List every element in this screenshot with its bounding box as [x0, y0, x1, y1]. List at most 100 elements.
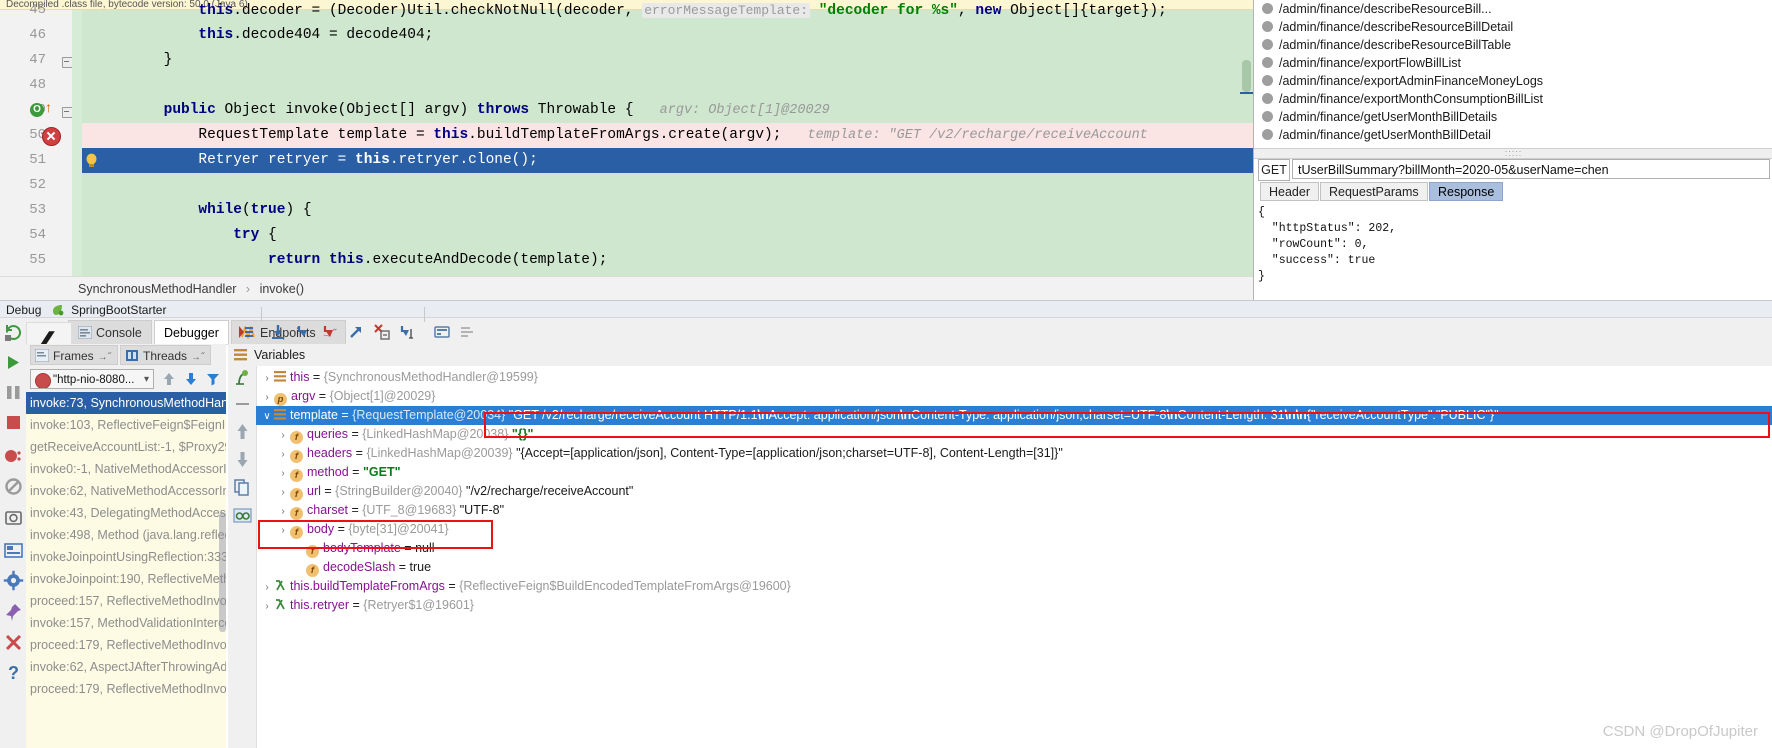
move-down-icon[interactable]	[233, 450, 252, 469]
frame-list-item[interactable]: proceed:179, ReflectiveMethodInvoca	[26, 634, 226, 656]
close-tool-window-icon[interactable]	[3, 632, 24, 653]
chevron-right-icon[interactable]: ›	[276, 426, 290, 445]
endpoint-list-item[interactable]: /admin/finance/describeResourceBill...	[1254, 0, 1772, 18]
debug-tabs[interactable]: ConsoleDebuggerEndpoints→˝	[26, 318, 1772, 345]
code-line[interactable]: this.decode404 = decode404;	[82, 23, 1253, 48]
pause-program-icon[interactable]	[3, 382, 24, 403]
code-line[interactable]: public Object invoke(Object[] argv) thro…	[82, 98, 1253, 123]
frame-list-item[interactable]: invokeJoinpointUsingReflection:333, A	[26, 546, 226, 568]
watch-add-icon[interactable]	[233, 368, 252, 387]
variable-row[interactable]: › this.retryer = {Retryer$1@19601}	[256, 596, 1772, 615]
force-step-into-icon[interactable]	[322, 324, 338, 340]
variable-row[interactable]: f decodeSlash = true	[256, 558, 1772, 577]
step-out-icon[interactable]	[348, 324, 364, 340]
breakpoint-icon[interactable]	[42, 127, 61, 146]
drop-frame-icon[interactable]	[374, 324, 390, 340]
frames-threads-tabs[interactable]: Frames →˝ Threads →˝	[26, 344, 226, 366]
chevron-right-icon[interactable]: ›	[260, 388, 274, 407]
request-tab-requestparams[interactable]: RequestParams	[1320, 182, 1428, 201]
debug-tab-console[interactable]: Console	[68, 320, 152, 344]
subtab-threads[interactable]: Threads →˝	[120, 345, 212, 365]
pin-subtab-icon[interactable]: →˝	[191, 352, 204, 363]
thread-selector[interactable]: "http-nio-8080... ▾	[30, 369, 154, 389]
variable-row[interactable]: › p argv = {Object[1]@20029}	[256, 387, 1772, 406]
endpoint-list-item[interactable]: /admin/finance/exportMonthConsumptionBil…	[1254, 90, 1772, 108]
frame-list-item[interactable]: invoke0:-1, NativeMethodAccessorIm	[26, 458, 226, 480]
debug-side-toolbar[interactable]: ?	[0, 318, 27, 748]
frames-up-icon[interactable]	[162, 372, 176, 386]
frame-list-item[interactable]: proceed:179, ReflectiveMethodInvoca	[26, 678, 226, 700]
pin-subtab-icon[interactable]: →˝	[98, 352, 111, 363]
code-line[interactable]: RequestTemplate template = this.buildTem…	[82, 123, 1253, 148]
request-tabs[interactable]: Header RequestParams Response	[1254, 182, 1772, 203]
code-line[interactable]: try {	[82, 223, 1253, 248]
chevron-right-icon[interactable]: ›	[260, 597, 274, 616]
chevron-down-icon[interactable]: ∨	[260, 407, 274, 426]
breadcrumb[interactable]: SynchronousMethodHandler › invoke()	[0, 276, 1253, 300]
frame-list-item[interactable]: invoke:62, AspectJAfterThrowingAdvic	[26, 656, 226, 678]
variable-row[interactable]: › f queries = {LinkedHashMap@20038} "{}"	[256, 425, 1772, 444]
view-breakpoints-icon[interactable]	[3, 446, 24, 467]
variables-side-toolbar[interactable]	[228, 366, 257, 748]
get-thread-dump-icon[interactable]	[3, 508, 24, 529]
settings-list-icon[interactable]	[460, 324, 476, 340]
code-line[interactable]: while(true) {	[82, 198, 1253, 223]
settings-gear-icon[interactable]	[3, 570, 24, 591]
code-line[interactable]	[82, 73, 1253, 98]
endpoint-list[interactable]: /admin/finance/describeResourceBill... /a…	[1254, 0, 1772, 148]
code-editor[interactable]: Decompiled .class file, bytecode version…	[0, 0, 1253, 300]
variable-row[interactable]: › this = {SynchronousMethodHandler@19599}	[256, 368, 1772, 387]
step-over-icon[interactable]	[270, 324, 286, 340]
frame-list-item[interactable]: invoke:62, NativeMethodAccessorImp	[26, 480, 226, 502]
override-method-icon[interactable]: O	[30, 103, 44, 117]
variable-row[interactable]: ∨ template = {RequestTemplate@20034} "GET…	[256, 406, 1772, 425]
request-method[interactable]: GET	[1258, 159, 1290, 181]
code-line[interactable]: }	[82, 48, 1253, 73]
request-tab-response[interactable]: Response	[1429, 182, 1504, 201]
chevron-right-icon[interactable]: ›	[260, 578, 274, 597]
frame-list-item[interactable]: invoke:157, MethodValidationIntercep	[26, 612, 226, 634]
chevron-right-icon[interactable]: ›	[276, 464, 290, 483]
editor-gutter[interactable]: 4546474849O↑5051525354555657	[0, 2, 73, 293]
endpoint-list-item[interactable]: /admin/finance/exportAdminFinanceMoneyLo…	[1254, 72, 1772, 90]
mute-breakpoints-icon[interactable]	[3, 476, 24, 497]
debug-tab-debugger[interactable]: Debugger	[154, 320, 229, 344]
resume-program-icon[interactable]	[3, 352, 24, 373]
chevron-right-icon[interactable]: ›	[276, 521, 290, 540]
endpoint-list-item[interactable]: /admin/finance/describeResourceBillDetai…	[1254, 18, 1772, 36]
filter-frames-icon[interactable]	[206, 372, 220, 386]
variable-row[interactable]: › f method = "GET"	[256, 463, 1772, 482]
chevron-right-icon[interactable]: ›	[276, 483, 290, 502]
breadcrumb-method[interactable]: invoke()	[260, 282, 304, 296]
move-up-icon[interactable]	[233, 422, 252, 441]
frame-list-item[interactable]: invoke:43, DelegatingMethodAccesso	[26, 502, 226, 524]
evaluate-expression-icon[interactable]	[434, 324, 450, 340]
show-execution-point-icon[interactable]	[238, 324, 254, 340]
frame-list-item[interactable]: invoke:73, SynchronousMethodHandl	[26, 392, 226, 414]
editor-scrollbar-thumb[interactable]	[1242, 60, 1251, 92]
code-line[interactable]	[82, 173, 1253, 198]
variable-row[interactable]: › f headers = {LinkedHashMap@20039} "{Acce…	[256, 444, 1772, 463]
endpoint-list-item[interactable]: /admin/finance/describeResourceBillTable	[1254, 36, 1772, 54]
code-line[interactable]: this.decoder = (Decoder)Util.checkNotNul…	[82, 0, 1253, 23]
frames-down-icon[interactable]	[184, 372, 198, 386]
endpoint-list-item[interactable]: /admin/finance/getUserMonthBillDetails	[1254, 108, 1772, 126]
endpoint-list-item[interactable]: /admin/finance/getUserMonthBillDetail	[1254, 126, 1772, 144]
code-line[interactable]: return this.executeAndDecode(template);	[82, 248, 1253, 273]
chevron-right-icon[interactable]: ›	[276, 445, 290, 464]
help-icon[interactable]: ?	[3, 662, 24, 683]
variable-row[interactable]: › f body = {byte[31]@20041}	[256, 520, 1772, 539]
chevron-right-icon[interactable]: ›	[276, 502, 290, 521]
frame-list-item[interactable]: invoke:498, Method (java.lang.reflect)	[26, 524, 226, 546]
subtab-frames[interactable]: Frames →˝	[30, 345, 119, 365]
collapse-all-icon[interactable]	[233, 394, 252, 413]
frame-list-item[interactable]: invokeJoinpoint:190, ReflectiveMetho	[26, 568, 226, 590]
endpoint-list-item[interactable]: /admin/finance/exportFlowBillList	[1254, 54, 1772, 72]
request-url-input[interactable]: tUserBillSummary?billMonth=2020-05&userN…	[1292, 159, 1770, 179]
request-tab-header[interactable]: Header	[1260, 182, 1319, 201]
variable-row[interactable]: › this.buildTemplateFromArgs = {Reflectiv…	[256, 577, 1772, 596]
frames-list[interactable]: invoke:73, SynchronousMethodHandl invoke:…	[26, 392, 226, 748]
variable-row[interactable]: › f url = {StringBuilder@20040} "/v2/recha…	[256, 482, 1772, 501]
variable-row[interactable]: › f charset = {UTF_8@19683} "UTF-8"	[256, 501, 1772, 520]
chevron-right-icon[interactable]: ›	[260, 369, 274, 388]
